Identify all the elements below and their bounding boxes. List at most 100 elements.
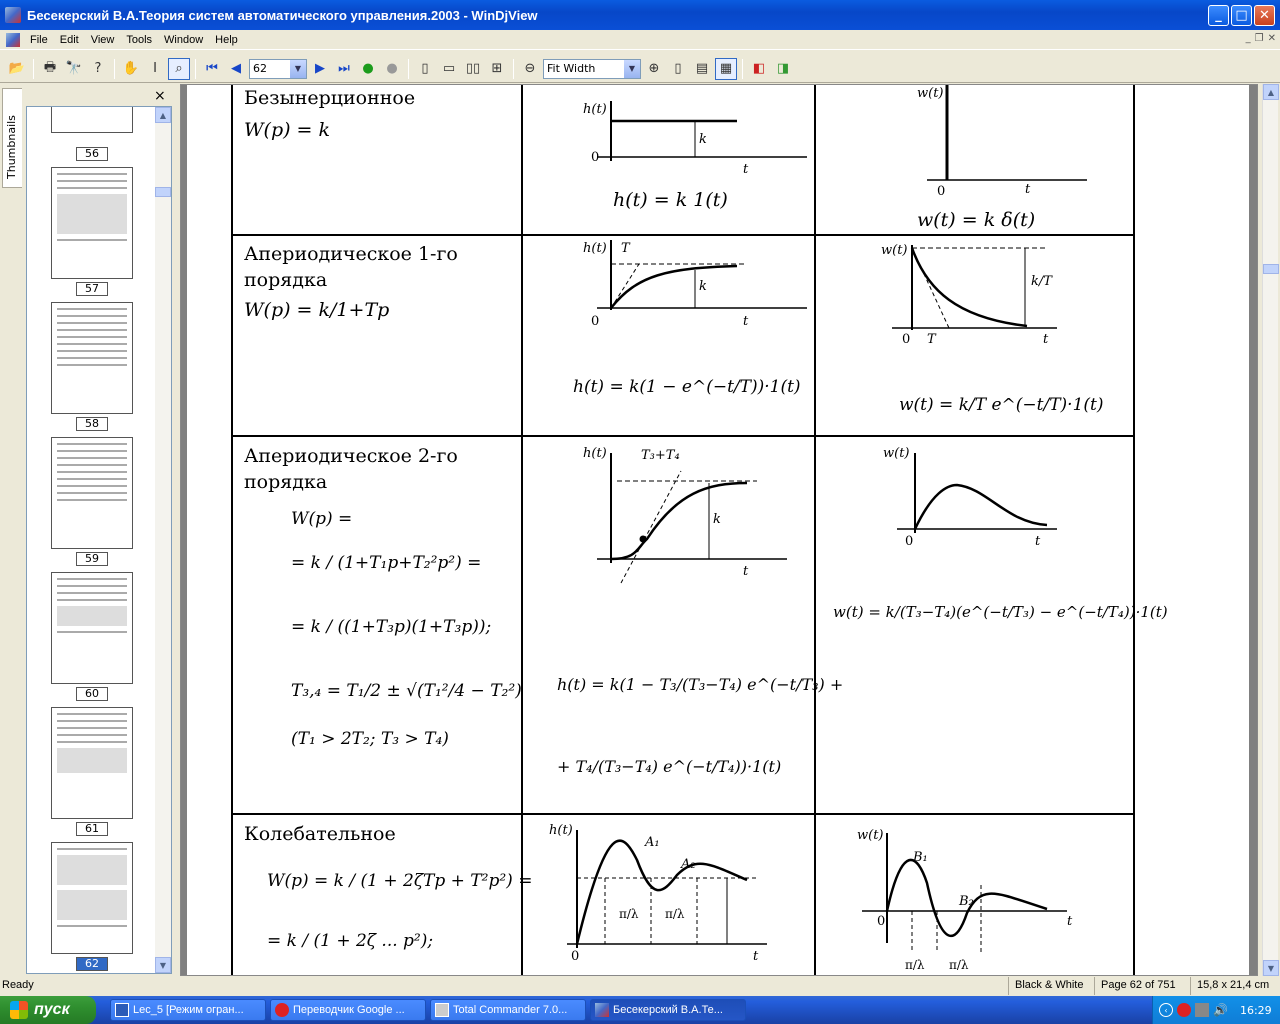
opera-tray-icon[interactable] <box>1177 1003 1191 1017</box>
thumbnail-label[interactable]: 56 <box>76 147 108 161</box>
close-icon[interactable]: × <box>154 88 166 104</box>
row3-name-line1: Апериодическое 2-го <box>244 445 458 467</box>
svg-text:T: T <box>927 332 937 347</box>
row3-h-formula-1: h(t) = k(1 − T₃/(T₃−T₄) e^(−t/T₃) + <box>557 675 844 694</box>
thumbnail-label[interactable]: 57 <box>76 282 108 296</box>
prev-page-icon[interactable]: ◀ <box>225 58 247 80</box>
svg-text:π/λ: π/λ <box>905 958 925 972</box>
fit-width-icon[interactable]: ▤ <box>691 58 713 80</box>
thumbnail-page[interactable] <box>51 167 133 279</box>
zoom-combo[interactable]: Fit Width ▼ <box>543 58 641 79</box>
taskbar-item[interactable]: Total Commander 7.0... <box>430 999 586 1021</box>
page-indicator: Page 62 of 751 <box>1094 977 1182 995</box>
page-value: 62 <box>253 62 267 75</box>
thumbnail-label[interactable]: 61 <box>76 822 108 836</box>
thumbnail-page[interactable] <box>51 842 133 954</box>
scroll-down-icon[interactable]: ▼ <box>155 957 171 973</box>
thumbnail-label[interactable]: 59 <box>76 552 108 566</box>
svg-text:h(t): h(t) <box>583 241 607 256</box>
taskbar-item[interactable]: Переводчик Google ... <box>270 999 426 1021</box>
row3-tf-line5: (T₁ > 2T₂; T₃ > T₄) <box>291 729 449 749</box>
thumbnail-page[interactable] <box>51 107 133 133</box>
back-icon[interactable]: ● <box>357 58 379 80</box>
bw-mode-icon[interactable]: ◨ <box>772 58 794 80</box>
menu-edit[interactable]: Edit <box>54 34 85 46</box>
maximize-button[interactable]: □ <box>1231 4 1252 26</box>
single-page-icon[interactable]: ▯ <box>414 58 436 80</box>
menu-window[interactable]: Window <box>158 34 209 46</box>
minimize-button[interactable]: _ <box>1208 4 1229 26</box>
document-icon[interactable] <box>6 32 20 47</box>
hand-icon[interactable]: ✋ <box>120 58 142 80</box>
scroll-thumb[interactable] <box>1263 264 1279 274</box>
thumbnail-label-selected[interactable]: 62 <box>76 957 108 971</box>
window-title: Бесекерский В.А.Теория систем автоматиче… <box>27 7 538 23</box>
open-icon[interactable]: 📂 <box>6 58 28 80</box>
continuous-facing-icon[interactable]: ⊞ <box>486 58 508 80</box>
svg-text:t: t <box>743 314 749 329</box>
app-icon <box>5 7 21 23</box>
svg-text:t: t <box>1035 534 1041 549</box>
menu-view[interactable]: View <box>85 34 121 46</box>
thumbnail-scrollbar[interactable]: ▲ ▼ <box>155 107 171 973</box>
menu-tools[interactable]: Tools <box>120 34 158 46</box>
page-combo[interactable]: 62 ▼ <box>249 58 307 79</box>
doc-restore-icon[interactable]: ❐ <box>1255 33 1264 44</box>
page-size: 15,8 x 21,4 cm <box>1190 977 1275 995</box>
first-page-icon[interactable]: ⏮ <box>201 58 223 80</box>
thumbnail-page[interactable] <box>51 572 133 684</box>
menu-file[interactable]: File <box>24 34 54 46</box>
tab-thumbnails[interactable]: Thumbnails <box>2 88 22 188</box>
thumbnail-page[interactable] <box>51 302 133 414</box>
find-icon[interactable]: 🔭 <box>63 58 85 80</box>
zoom-icon[interactable]: ⌕ <box>168 57 190 80</box>
print-icon[interactable]: 🖶 <box>39 58 61 80</box>
doc-close-icon[interactable]: ✕ <box>1268 33 1276 44</box>
network-icon[interactable] <box>1195 1003 1209 1017</box>
next-page-icon[interactable]: ▶ <box>309 58 331 80</box>
scroll-up-icon[interactable]: ▲ <box>1263 84 1279 100</box>
volume-icon[interactable]: 🔊 <box>1213 1003 1228 1017</box>
menu-help[interactable]: Help <box>209 34 244 46</box>
row3-tf-line3: = k / ((1+T₃p)(1+T₃p)); <box>291 617 492 637</box>
select-icon[interactable]: I <box>144 58 166 80</box>
help-icon[interactable]: ? <box>87 58 109 80</box>
document-scrollbar[interactable]: ▲ ▼ <box>1262 84 1279 976</box>
svg-text:t: t <box>1025 182 1031 197</box>
thumbnail-label[interactable]: 58 <box>76 417 108 431</box>
last-page-icon[interactable]: ⏭ <box>333 58 355 80</box>
svg-text:t: t <box>743 162 749 177</box>
svg-text:0: 0 <box>591 314 599 329</box>
scroll-up-icon[interactable]: ▲ <box>155 107 171 123</box>
tray-arrow-icon[interactable]: ‹ <box>1159 1003 1173 1017</box>
continuous-icon[interactable]: ▭ <box>438 58 460 80</box>
windows-logo-icon <box>10 1001 28 1019</box>
svg-text:0: 0 <box>905 534 913 549</box>
zoom-out-icon[interactable]: ⊖ <box>519 58 541 80</box>
taskbar-item[interactable]: Lec_5 [Режим огран... <box>110 999 266 1021</box>
zoom-in-icon[interactable]: ⊕ <box>643 58 665 80</box>
svg-text:π/λ: π/λ <box>665 907 685 921</box>
close-button[interactable]: ✕ <box>1254 4 1275 26</box>
document-viewer[interactable]: Безынерционное W(p) = k 0 k t h(t) h(t) … <box>180 84 1258 976</box>
thumbnail-label[interactable]: 60 <box>76 687 108 701</box>
impulse-response-graph-1: w(t) 0 t <box>917 85 1087 199</box>
fit-page-icon[interactable]: ▯ <box>667 58 689 80</box>
chevron-down-icon[interactable]: ▼ <box>624 59 640 78</box>
doc-minimize-icon[interactable]: _ <box>1246 33 1251 44</box>
scroll-down-icon[interactable]: ▼ <box>1263 960 1279 976</box>
windjview-icon <box>595 1003 609 1017</box>
thumbnail-page[interactable] <box>51 707 133 819</box>
svg-text:t: t <box>743 564 749 579</box>
scroll-thumb[interactable] <box>155 187 171 197</box>
forward-icon[interactable]: ● <box>381 58 403 80</box>
color-mode-icon[interactable]: ◧ <box>748 58 770 80</box>
actual-size-icon[interactable]: ▦ <box>715 57 737 80</box>
taskbar-item-active[interactable]: Бесекерский В.А.Те... <box>590 999 746 1021</box>
clock: 16:29 <box>1239 1003 1272 1017</box>
facing-icon[interactable]: ▯▯ <box>462 58 484 80</box>
svg-text:0: 0 <box>937 184 945 199</box>
start-button[interactable]: пуск <box>0 996 96 1024</box>
chevron-down-icon[interactable]: ▼ <box>290 59 306 78</box>
thumbnail-page[interactable] <box>51 437 133 549</box>
